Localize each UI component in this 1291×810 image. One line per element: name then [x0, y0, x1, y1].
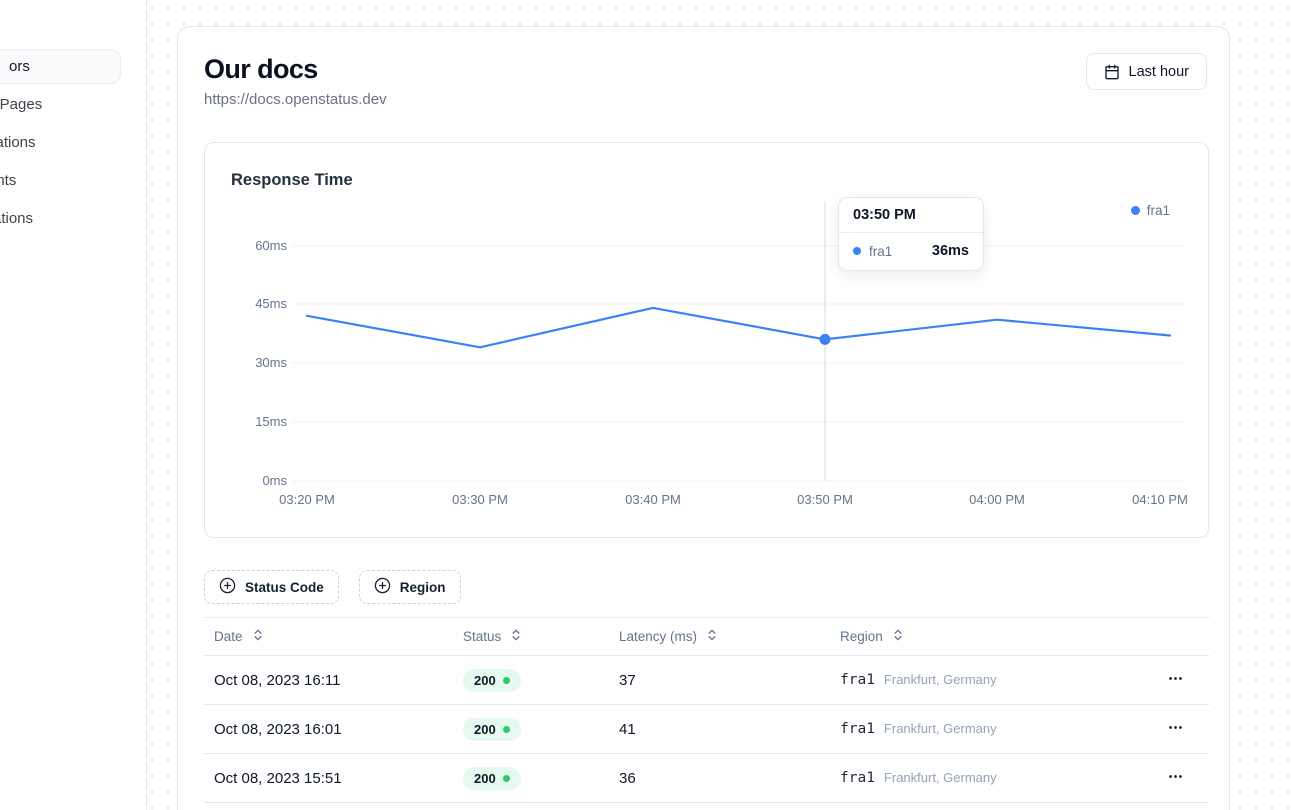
filter-status-code-button[interactable]: Status Code	[204, 570, 339, 604]
plus-circle-icon	[374, 577, 391, 597]
row-actions-button[interactable]	[1163, 666, 1209, 694]
y-tick: 45ms	[255, 296, 287, 311]
active-point-dot	[820, 334, 831, 345]
more-horizontal-icon	[1167, 719, 1184, 739]
y-tick: 60ms	[255, 238, 287, 253]
region-name: Frankfurt, Germany	[884, 672, 997, 687]
region-name: Frankfurt, Germany	[884, 721, 997, 736]
table-header-row: Date Status Latency (ms) Region	[204, 618, 1209, 656]
status-badge: 200	[463, 718, 521, 741]
cell-date: Oct 08, 2023 16:01	[204, 721, 453, 738]
monitor-header: Our docs https://docs.openstatus.dev Las…	[204, 53, 1207, 108]
x-tick: 04:00 PM	[969, 492, 1025, 507]
response-time-chart-card: Response Time fra1 60ms 45ms 30ms 15ms 0…	[204, 142, 1209, 538]
more-horizontal-icon	[1167, 768, 1184, 788]
cell-latency: 37	[609, 672, 830, 689]
tooltip-value: 36ms	[932, 243, 969, 259]
region-code: fra1	[840, 721, 875, 737]
response-time-chart[interactable]: 60ms 45ms 30ms 15ms 0ms 03:20 PM 03:30 P…	[205, 143, 1208, 537]
x-tick: 03:30 PM	[452, 492, 508, 507]
sidebar-item-incidents[interactable]: ents	[0, 163, 121, 198]
page-title: Our docs	[204, 53, 387, 85]
cell-date: Oct 08, 2023 15:51	[204, 770, 453, 787]
row-actions-button[interactable]	[1163, 764, 1209, 792]
y-tick: 30ms	[255, 355, 287, 370]
cell-latency: 41	[609, 721, 830, 738]
table-row[interactable]: Oct 08, 2023 16:01 200 41 fra1 Frankfurt…	[204, 705, 1209, 754]
sidebar-item-integrations[interactable]: rations	[0, 201, 121, 236]
sidebar-item-notifications[interactable]: cations	[0, 125, 121, 160]
cell-latency: 36	[609, 770, 830, 787]
table-row[interactable]: Oct 08, 2023 16:11 200 37 fra1 Frankfurt…	[204, 656, 1209, 705]
sidebar: ors s Pages cations ents rations	[0, 0, 147, 810]
region-code: fra1	[840, 770, 875, 786]
pings-table: Date Status Latency (ms) Region Oct 08, …	[204, 617, 1209, 803]
column-header-region[interactable]: Region	[830, 628, 1163, 645]
filter-label: Status Code	[245, 580, 324, 595]
sidebar-item-status-pages[interactable]: s Pages	[0, 87, 121, 122]
tooltip-series-label: fra1	[869, 244, 924, 259]
column-header-status[interactable]: Status	[453, 628, 609, 645]
region-code: fra1	[840, 672, 875, 688]
column-header-latency[interactable]: Latency (ms)	[609, 628, 830, 645]
filter-region-button[interactable]: Region	[359, 570, 461, 604]
chevrons-up-down-icon	[705, 628, 719, 645]
x-tick: 03:20 PM	[279, 492, 335, 507]
row-actions-button[interactable]	[1163, 715, 1209, 743]
x-tick: 03:40 PM	[625, 492, 681, 507]
status-badge: 200	[463, 669, 521, 692]
more-horizontal-icon	[1167, 670, 1184, 690]
time-range-label: Last hour	[1129, 64, 1189, 80]
green-status-dot-icon	[503, 677, 510, 684]
time-range-button[interactable]: Last hour	[1086, 53, 1207, 90]
response-line	[307, 308, 1170, 347]
y-tick: 15ms	[255, 414, 287, 429]
cell-date: Oct 08, 2023 16:11	[204, 672, 453, 689]
chevrons-up-down-icon	[251, 628, 265, 645]
plus-circle-icon	[219, 577, 236, 597]
column-header-date[interactable]: Date	[204, 628, 453, 645]
tooltip-time: 03:50 PM	[839, 198, 983, 233]
calendar-icon	[1104, 64, 1120, 80]
filter-label: Region	[400, 580, 446, 595]
monitor-detail-card: Our docs https://docs.openstatus.dev Las…	[177, 26, 1230, 810]
x-tick: 04:10 PM	[1132, 492, 1188, 507]
status-badge: 200	[463, 767, 521, 790]
table-row[interactable]: Oct 08, 2023 15:51 200 36 fra1 Frankfurt…	[204, 754, 1209, 803]
sidebar-item-monitors[interactable]: ors	[0, 49, 121, 84]
filter-bar: Status Code Region	[204, 570, 1207, 604]
chevrons-up-down-icon	[509, 628, 523, 645]
chevrons-up-down-icon	[891, 628, 905, 645]
monitor-url: https://docs.openstatus.dev	[204, 91, 387, 108]
chart-tooltip: 03:50 PM fra1 36ms	[838, 197, 984, 271]
x-tick: 03:50 PM	[797, 492, 853, 507]
green-status-dot-icon	[503, 775, 510, 782]
region-name: Frankfurt, Germany	[884, 770, 997, 785]
y-tick: 0ms	[262, 473, 287, 488]
tooltip-blue-dot-icon	[853, 247, 861, 255]
green-status-dot-icon	[503, 726, 510, 733]
